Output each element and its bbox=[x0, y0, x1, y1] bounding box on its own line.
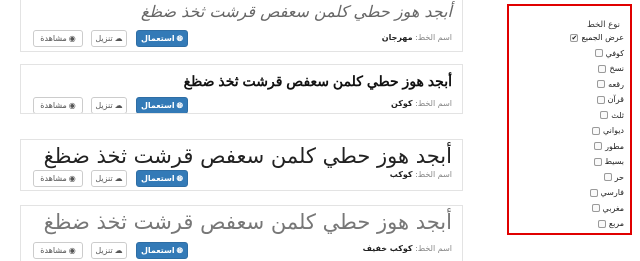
font-name-label: اسم الخط: bbox=[415, 244, 452, 253]
eye-icon: ◉ bbox=[68, 174, 76, 183]
font-card: أبجد هوز حطي كلمن سعفص قرشت ثخذ ضظغ اسم … bbox=[20, 0, 463, 52]
filter-option[interactable]: رقعه bbox=[597, 78, 624, 91]
view-font-label: مشاهدة bbox=[40, 34, 67, 43]
font-name-value: كوكن bbox=[391, 99, 413, 108]
eye-icon: ◉ bbox=[68, 101, 76, 110]
download-font-label: تنزيل bbox=[95, 246, 113, 255]
font-name-value: كوكب bbox=[389, 170, 413, 179]
filter-option-label: كوفي bbox=[605, 48, 624, 58]
filter-option[interactable]: فارسي bbox=[589, 186, 625, 199]
view-font-label: مشاهدة bbox=[40, 174, 67, 183]
font-name-label: اسم الخط: bbox=[415, 170, 452, 179]
view-font-label: مشاهدة bbox=[40, 101, 67, 110]
font-name-value: مهرجان bbox=[381, 33, 413, 42]
font-card: أبجد هوز حطي كلمن سعفص قرشت ثخذ ضظغ اسم … bbox=[20, 139, 463, 191]
filter-checkbox[interactable] bbox=[594, 142, 603, 150]
cloud-download-icon: ☁︎ bbox=[114, 174, 123, 183]
filter-option[interactable]: ثلث bbox=[600, 109, 624, 122]
use-font-button[interactable]: 🌐︎استعمال bbox=[136, 97, 188, 113]
filter-option-label: مغربي bbox=[602, 203, 624, 213]
download-font-label: تنزيل bbox=[95, 174, 113, 183]
filter-option-label: حر bbox=[614, 172, 624, 182]
filter-checkbox[interactable] bbox=[603, 173, 612, 181]
filter-title: نوع الخط bbox=[586, 20, 620, 30]
filter-option[interactable]: مطور bbox=[594, 140, 624, 153]
filter-checkbox[interactable] bbox=[600, 111, 609, 119]
font-sample-text: أبجد هوز حطي كلمن سعفص قرشت ثخذ ضظغ bbox=[183, 73, 452, 89]
cloud-download-icon: ☁︎ bbox=[114, 246, 123, 255]
filter-option[interactable]: كوفي bbox=[594, 47, 624, 60]
font-sample-text: أبجد هوز حطي كلمن سعفص قرشت ثخذ ضظغ bbox=[43, 210, 452, 234]
use-font-label: استعمال bbox=[140, 34, 175, 43]
use-font-label: استعمال bbox=[140, 101, 175, 110]
use-font-label: استعمال bbox=[140, 174, 175, 183]
view-font-button[interactable]: ◉مشاهدة bbox=[33, 242, 83, 259]
filter-option[interactable]: قرآن bbox=[596, 93, 624, 106]
filter-checkbox[interactable] bbox=[591, 126, 600, 135]
use-font-label: استعمال bbox=[140, 246, 175, 255]
globe-icon: 🌐︎ bbox=[176, 101, 184, 110]
download-font-button[interactable]: ☁︎تنزيل bbox=[91, 170, 127, 187]
filter-option[interactable]: ✔ عرض الجميع bbox=[570, 31, 624, 44]
filter-option-label: بسيط bbox=[604, 157, 624, 166]
filter-option-label: ثلث bbox=[611, 110, 624, 120]
font-name: اسم الخط: مهرجان bbox=[382, 33, 452, 42]
use-font-button[interactable]: 🌐︎استعمال bbox=[136, 242, 188, 259]
filter-checkbox[interactable] bbox=[591, 204, 600, 212]
download-font-button[interactable]: ☁︎تنزيل bbox=[91, 30, 127, 47]
filter-checkbox[interactable] bbox=[598, 64, 607, 73]
eye-icon: ◉ bbox=[68, 246, 76, 255]
eye-icon: ◉ bbox=[68, 34, 76, 43]
font-name-label: اسم الخط: bbox=[415, 33, 452, 42]
filter-option-label: ديواني bbox=[602, 126, 624, 135]
filter-option[interactable]: نسخ bbox=[598, 62, 624, 75]
font-name: اسم الخط: كوكن bbox=[391, 99, 452, 108]
filter-option[interactable]: مربع bbox=[597, 217, 624, 230]
filter-option[interactable]: حر bbox=[603, 171, 624, 184]
font-name: اسم الخط: كوكب bbox=[390, 170, 452, 179]
view-font-button[interactable]: ◉مشاهدة bbox=[33, 30, 83, 47]
download-font-label: تنزيل bbox=[95, 34, 113, 43]
filter-checkbox[interactable] bbox=[594, 49, 603, 57]
globe-icon: 🌐︎ bbox=[176, 174, 184, 183]
view-font-button[interactable]: ◉مشاهدة bbox=[33, 97, 83, 113]
filter-option-label: فارسي bbox=[600, 188, 625, 197]
download-font-label: تنزيل bbox=[95, 101, 113, 110]
filter-option-label: رقعه bbox=[608, 79, 624, 89]
font-name: اسم الخط: كوكب خفيف bbox=[363, 244, 452, 253]
view-font-button[interactable]: ◉مشاهدة bbox=[33, 170, 83, 187]
filter-checkbox[interactable] bbox=[593, 157, 602, 166]
cloud-download-icon: ☁︎ bbox=[114, 101, 123, 110]
font-name-label: اسم الخط: bbox=[415, 99, 452, 108]
download-font-button[interactable]: ☁︎تنزيل bbox=[91, 242, 127, 259]
checkmark-icon: ✔ bbox=[571, 33, 578, 42]
filter-option[interactable]: مغربي bbox=[591, 202, 624, 215]
font-name-value: كوكب خفيف bbox=[362, 244, 413, 253]
filter-option-label: مطور bbox=[605, 141, 624, 151]
filter-option[interactable]: ديواني bbox=[591, 124, 624, 137]
filter-option-label: نسخ bbox=[609, 64, 624, 73]
cloud-download-icon: ☁︎ bbox=[114, 34, 123, 43]
download-font-button[interactable]: ☁︎تنزيل bbox=[91, 97, 127, 113]
filter-checkbox[interactable]: ✔ bbox=[570, 33, 579, 42]
view-font-label: مشاهدة bbox=[40, 246, 67, 255]
filter-option-label: قرآن bbox=[607, 95, 624, 104]
font-type-filter: نوع الخط ✔ عرض الجميع كوفي نسخ رقعه قرآن ثلث دي… bbox=[507, 4, 632, 235]
filter-option-label: عرض الجميع bbox=[581, 33, 624, 42]
font-card: أبجد هوز حطي كلمن سعفص قرشت ثخذ ضظغ اسم … bbox=[20, 205, 463, 261]
globe-icon: 🌐︎ bbox=[176, 34, 184, 43]
font-card: أبجد هوز حطي كلمن سعفص قرشت ثخذ ضظغ اسم … bbox=[20, 64, 463, 114]
filter-option[interactable]: بسيط bbox=[593, 155, 624, 168]
use-font-button[interactable]: 🌐︎استعمال bbox=[136, 30, 188, 47]
use-font-button[interactable]: 🌐︎استعمال bbox=[136, 170, 188, 187]
font-sample-text: أبجد هوز حطي كلمن سعفص قرشت ثخذ ضظغ bbox=[140, 2, 452, 21]
filter-option-label: مربع bbox=[608, 219, 624, 228]
filter-checkbox[interactable] bbox=[597, 80, 606, 88]
filter-checkbox[interactable] bbox=[596, 95, 605, 104]
filter-checkbox[interactable] bbox=[589, 188, 598, 197]
globe-icon: 🌐︎ bbox=[176, 246, 184, 255]
font-sample-text: أبجد هوز حطي كلمن سعفص قرشت ثخذ ضظغ bbox=[43, 144, 452, 168]
filter-checkbox[interactable] bbox=[597, 219, 606, 228]
